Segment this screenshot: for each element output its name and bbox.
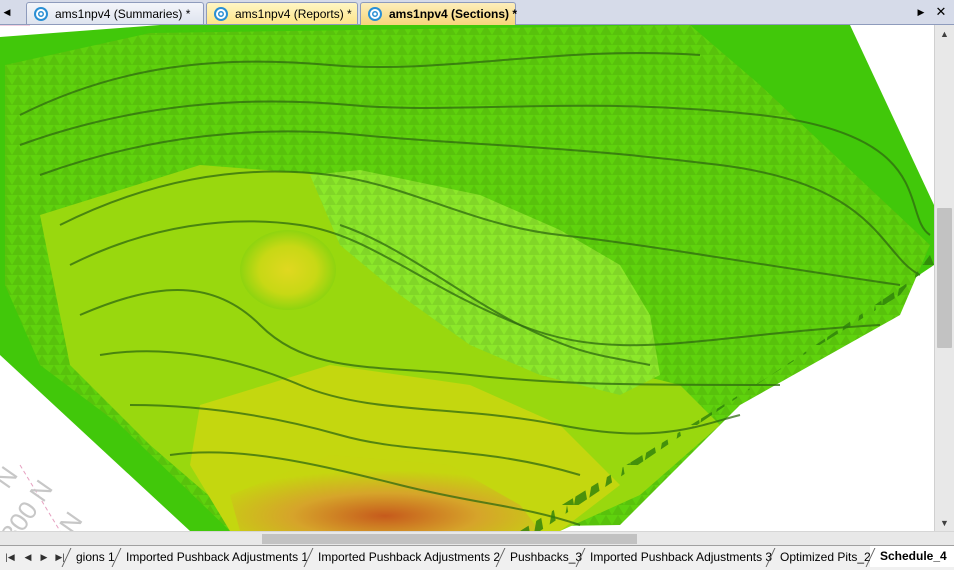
- sheet-tab-imported-pushback-adjustments-3[interactable]: Imported Pushback Adjustments 3: [580, 546, 772, 567]
- tab-label: ams1npv4 (Sections) *: [389, 7, 518, 21]
- document-tab-bar: ◀ ams1npv4 (Summaries) * ams1npv4 (Repor…: [0, 0, 954, 25]
- sheet-tab-label: Imported Pushback Adjustments 3: [590, 549, 773, 564]
- app-icon: [34, 6, 48, 21]
- sheet-tab-label: Imported Pushback Adjustments 2: [318, 549, 501, 564]
- surface-hill: [240, 230, 336, 310]
- tab-label: ams1npv4 (Reports) *: [235, 6, 352, 21]
- sheet-tab-label: gions 1: [76, 549, 115, 564]
- scroll-down-icon[interactable]: ▼: [935, 514, 954, 531]
- sheet-tab-optimized-pits-2[interactable]: Optimized Pits_2: [770, 546, 872, 567]
- tab-scroll-right-icon[interactable]: ▶: [914, 0, 928, 24]
- tab-sections[interactable]: ams1npv4 (Sections) *: [360, 2, 518, 25]
- app-icon: [214, 6, 228, 21]
- tab-reports[interactable]: ams1npv4 (Reports) *: [206, 2, 358, 24]
- sheet-tab-imported-pushback-adjustments-2[interactable]: Imported Pushback Adjustments 2: [308, 546, 502, 567]
- close-icon[interactable]: ✕: [934, 0, 948, 24]
- sheet-tab-label: Optimized Pits_2: [780, 549, 871, 564]
- sheet-tab-bar: |◀ ◀ ▶ ▶| gions 1 Imported Pushback Adju…: [0, 545, 954, 570]
- horizontal-scroll-thumb[interactable]: [262, 534, 637, 544]
- scroll-up-icon[interactable]: ▲: [935, 25, 954, 42]
- sheet-tab-label: Schedule_4: [880, 549, 947, 563]
- tab-label: ams1npv4 (Summaries) *: [55, 6, 191, 21]
- sheet-tab-pushbacks-3[interactable]: Pushbacks_3: [500, 546, 582, 567]
- prev-sheet-icon[interactable]: ◀: [20, 549, 36, 566]
- 3d-viewport[interactable]: N 300 N 00 N: [0, 25, 934, 531]
- sheet-tab-label: Pushbacks_3: [510, 549, 583, 564]
- app-icon: [368, 7, 382, 21]
- first-sheet-icon[interactable]: |◀: [2, 549, 18, 566]
- tab-scroll-left-icon[interactable]: ◀: [0, 0, 14, 24]
- tab-summaries[interactable]: ams1npv4 (Summaries) *: [26, 2, 204, 24]
- pit-surface-view[interactable]: N 300 N 00 N: [0, 25, 934, 531]
- sheet-tab-imported-pushback-adjustments-1[interactable]: Imported Pushback Adjustments 1: [116, 546, 310, 567]
- next-sheet-icon[interactable]: ▶: [36, 549, 52, 566]
- vertical-scroll-thumb[interactable]: [937, 208, 952, 348]
- vertical-scrollbar[interactable]: ▲ ▼: [934, 25, 954, 531]
- sheet-tab-label: Imported Pushback Adjustments 1: [126, 549, 309, 564]
- horizontal-scrollbar[interactable]: [0, 531, 954, 545]
- sheet-tab-schedule-4[interactable]: Schedule_4: [870, 546, 954, 567]
